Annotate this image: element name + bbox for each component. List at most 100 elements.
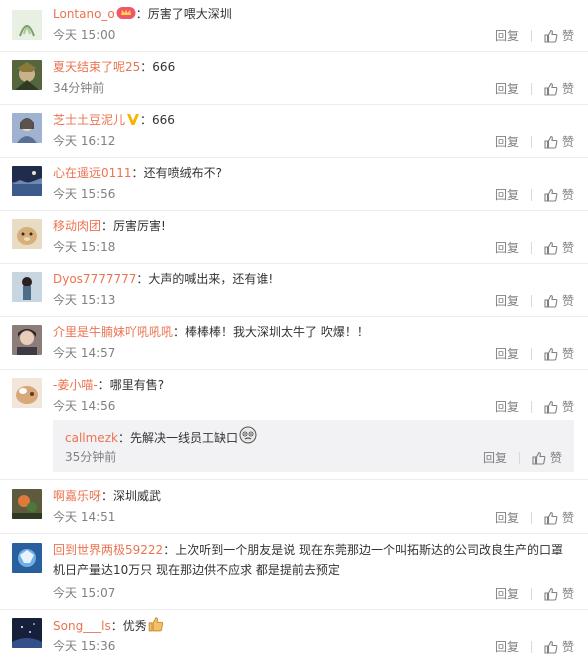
comment-item: Song___ls：优秀 今天 15:36 回复 赞: [0, 610, 588, 665]
reply-button[interactable]: 回复: [495, 345, 519, 362]
sub-reply-content: callmezk：先解决一线员工缺口: [65, 426, 257, 449]
like-button[interactable]: 赞: [544, 585, 574, 602]
avatar[interactable]: [12, 60, 42, 90]
thumb-up-icon: [544, 587, 558, 601]
username-link[interactable]: 介里是牛腩妹吖吼吼吼: [53, 325, 173, 339]
timestamp: 今天 16:12: [53, 134, 116, 148]
reply-button[interactable]: 回复: [495, 27, 519, 44]
comment-actions: 回复 赞: [495, 239, 574, 256]
like-label: 赞: [561, 511, 574, 525]
comment-item: Lontano_o ：厉害了喂大深圳 今天 15:00 回复 赞: [0, 0, 588, 52]
like-label: 赞: [561, 294, 574, 308]
like-label: 赞: [561, 347, 574, 361]
thumb-up-icon: [544, 135, 558, 149]
comment-content: Dyos7777777：大声的喊出来，还有谁!: [53, 272, 274, 286]
comment-text: 深圳威武: [113, 489, 162, 503]
comment-item: 回到世界两极59222：上次听到一个朋友是说 现在东莞那边一个叫拓斯达的公司改良…: [0, 534, 588, 610]
comment-item: 心在遥远0111：还有喷绒布不? 今天 15:56 回复 赞: [0, 158, 588, 211]
divider: [530, 241, 532, 254]
timestamp: 今天 15:00: [53, 28, 116, 42]
username-link[interactable]: 芝士土豆泥儿: [53, 113, 125, 127]
avatar[interactable]: [12, 113, 42, 143]
timestamp: 35分钟前: [65, 450, 117, 464]
divider: [530, 82, 532, 95]
like-label: 赞: [549, 451, 562, 465]
comment-actions: 回复 赞: [495, 638, 574, 655]
thumb-up-icon: [544, 511, 558, 525]
comment-actions: 回复 赞: [495, 292, 574, 309]
username-link[interactable]: -姜小喵-: [53, 378, 98, 392]
username-link[interactable]: 回到世界两极59222: [53, 543, 163, 557]
username-link[interactable]: 心在遥远0111: [53, 166, 132, 180]
avatar[interactable]: [12, 10, 42, 40]
username-link[interactable]: 啊嘉乐呀: [53, 489, 101, 503]
reply-button[interactable]: 回复: [495, 398, 519, 415]
reply-button[interactable]: 回复: [495, 80, 519, 97]
comment-text: 厉害了喂大深圳: [147, 7, 232, 21]
comment-content: 啊嘉乐呀：深圳威武: [53, 489, 162, 503]
like-button[interactable]: 赞: [532, 449, 562, 466]
thumb-up-icon: [544, 241, 558, 255]
reply-button[interactable]: 回复: [495, 133, 519, 150]
username-link[interactable]: 移动肉团: [53, 219, 101, 233]
divider: [530, 400, 532, 413]
divider: [530, 587, 532, 600]
avatar[interactable]: [12, 166, 42, 196]
reply-button[interactable]: 回复: [495, 585, 519, 602]
sub-reply-box: callmezk：先解决一线员工缺口 35分钟前 回复 赞: [53, 420, 574, 472]
reply-button[interactable]: 回复: [495, 509, 519, 526]
username-link[interactable]: 夏天结束了呢25: [53, 60, 140, 74]
comment-item: -姜小喵-：哪里有售? 今天 14:56 回复 赞 callmezk：先解决一线…: [0, 370, 588, 480]
like-button[interactable]: 赞: [544, 509, 574, 526]
comment-item: Dyos7777777：大声的喊出来，还有谁! 今天 15:13 回复 赞: [0, 264, 588, 317]
divider: [530, 188, 532, 201]
like-button[interactable]: 赞: [544, 398, 574, 415]
avatar[interactable]: [12, 378, 42, 408]
reply-button[interactable]: 回复: [495, 292, 519, 309]
divider: [518, 451, 520, 464]
reply-button[interactable]: 回复: [495, 239, 519, 256]
like-label: 赞: [561, 587, 574, 601]
sneer-emoji-icon: [239, 426, 257, 449]
comment-content: -姜小喵-：哪里有售?: [53, 378, 165, 392]
username-link[interactable]: callmezk: [65, 431, 118, 445]
reply-button[interactable]: 回复: [495, 186, 519, 203]
thumb-up-icon: [532, 451, 546, 465]
like-button[interactable]: 赞: [544, 239, 574, 256]
thumb-up-icon: [544, 82, 558, 96]
divider: [530, 135, 532, 148]
username-link[interactable]: Song___ls: [53, 619, 111, 633]
avatar[interactable]: [12, 618, 42, 648]
like-button[interactable]: 赞: [544, 186, 574, 203]
avatar[interactable]: [12, 489, 42, 519]
comment-text: 666: [152, 113, 175, 127]
like-button[interactable]: 赞: [544, 80, 574, 97]
comment-list: Lontano_o ：厉害了喂大深圳 今天 15:00 回复 赞 夏天结束了呢25…: [0, 0, 588, 665]
vip-v-badge-icon: [126, 113, 140, 131]
comment-actions: 回复 赞: [495, 133, 574, 150]
comment-text: 大声的喊出来，还有谁!: [148, 272, 274, 286]
like-button[interactable]: 赞: [544, 292, 574, 309]
like-button[interactable]: 赞: [544, 133, 574, 150]
like-button[interactable]: 赞: [544, 27, 574, 44]
thumb-up-icon: [544, 347, 558, 361]
avatar[interactable]: [12, 272, 42, 302]
like-button[interactable]: 赞: [544, 638, 574, 655]
like-button[interactable]: 赞: [544, 345, 574, 362]
avatar[interactable]: [12, 543, 42, 573]
comment-text: 哪里有售?: [109, 378, 165, 392]
comment-item: 芝士土豆泥儿 ：666 今天 16:12 回复 赞: [0, 105, 588, 158]
divider: [530, 347, 532, 360]
comment-item: 啊嘉乐呀：深圳威武 今天 14:51 回复 赞: [0, 480, 588, 534]
username-link[interactable]: Lontano_o: [53, 7, 115, 21]
comment-text: 厉害厉害!: [113, 219, 166, 233]
avatar[interactable]: [12, 219, 42, 249]
reply-button[interactable]: 回复: [483, 449, 507, 466]
comment-content: Song___ls：优秀: [53, 616, 578, 637]
comment-text: 优秀: [122, 619, 147, 633]
comment-item: 移动肉团：厉害厉害! 今天 15:18 回复 赞: [0, 211, 588, 264]
username-link[interactable]: Dyos7777777: [53, 272, 136, 286]
timestamp: 今天 14:57: [53, 346, 116, 360]
reply-button[interactable]: 回复: [495, 638, 519, 655]
avatar[interactable]: [12, 325, 42, 355]
